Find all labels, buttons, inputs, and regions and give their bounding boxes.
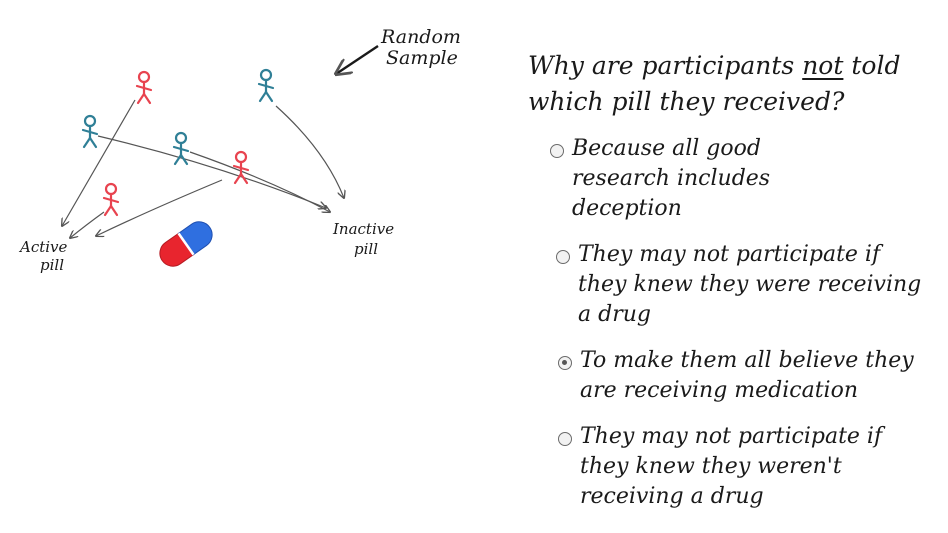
radio-button[interactable]: [556, 250, 570, 264]
answer-option-label: Because all good research includes decep…: [572, 136, 771, 221]
random-sample-line-1: Random: [380, 26, 461, 48]
assignment-arrows: [62, 99, 344, 238]
random-sample-line-2: Sample: [386, 47, 458, 69]
quiz-panel: Why are participants not told which pill…: [522, 48, 942, 528]
random-assignment-diagram: Random Sample Active pill Inactive pill: [18, 26, 467, 274]
stick-figure-icon: [135, 70, 153, 105]
answer-option-receiving-drug[interactable]: They may not participate if they knew th…: [556, 240, 926, 330]
stick-figure-icon: [102, 182, 120, 217]
inactive-pill-label: Inactive pill: [332, 220, 399, 258]
random-sample-label: Random Sample: [380, 26, 467, 69]
stick-figure-icon: [257, 68, 275, 103]
question-pre: Why are participants: [528, 51, 803, 80]
radio-button[interactable]: [550, 144, 564, 158]
quiz-screen: Random Sample Active pill Inactive pill …: [0, 0, 948, 533]
inactive-pill-line-1: Inactive: [332, 220, 394, 238]
arrow-icon: [62, 99, 136, 226]
pill-capsule-icon: [159, 221, 213, 267]
active-pill-line-2: pill: [40, 256, 64, 274]
answer-option-believe-medication[interactable]: To make them all believe they are receiv…: [558, 346, 938, 406]
answer-option-label: They may not participate if they knew th…: [578, 242, 922, 327]
sample-pointer-arrow-icon: [336, 45, 379, 74]
question-emphasis: not: [802, 51, 844, 80]
arrow-icon: [189, 151, 330, 212]
arrow-icon: [97, 135, 326, 208]
inactive-pill-line-2: pill: [354, 240, 378, 258]
active-pill-label: Active pill: [18, 238, 72, 274]
answer-option-deception[interactable]: Because all good research includes decep…: [550, 134, 850, 224]
answer-option-label: They may not participate if they knew th…: [580, 424, 883, 509]
radio-button[interactable]: [558, 432, 572, 446]
radio-button[interactable]: [558, 356, 572, 370]
stick-figure-icon: [81, 114, 99, 149]
question-text: Why are participants not told which pill…: [528, 48, 942, 120]
answer-option-not-receiving-drug[interactable]: They may not participate if they knew th…: [558, 422, 908, 512]
participant-figures: [81, 68, 275, 217]
answer-option-label: To make them all believe they are receiv…: [580, 348, 914, 403]
active-pill-line-1: Active: [18, 238, 68, 256]
arrow-icon: [275, 105, 344, 198]
